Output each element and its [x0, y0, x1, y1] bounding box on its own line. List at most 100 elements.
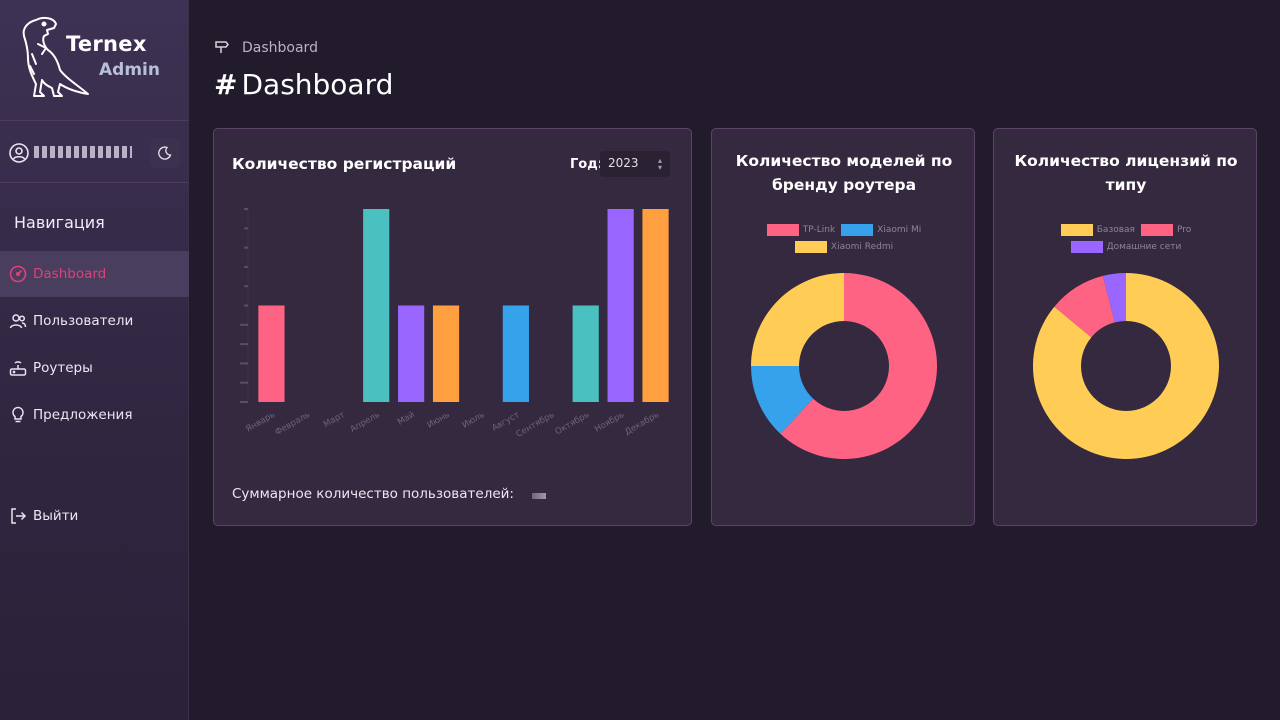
legend-label: Xiaomi Redmi: [830, 241, 894, 252]
y-tick: [240, 323, 248, 326]
legend-item[interactable]: Xiaomi Mi: [841, 223, 921, 236]
sidebar-item-suggestions[interactable]: Предложения: [0, 392, 189, 438]
legend-item[interactable]: Xiaomi Redmi: [794, 240, 894, 253]
x-tick-label: Июнь: [426, 410, 452, 431]
card-title-line: Количество моделей по: [735, 152, 953, 170]
legend-item[interactable]: Домашние сети: [1070, 240, 1182, 253]
y-tick: [240, 401, 248, 403]
licenses-donut-chart: [1033, 273, 1219, 459]
card-title-line: бренду роутера: [771, 176, 917, 194]
dashboard-icon: [9, 265, 27, 283]
breadcrumb: Dashboard: [214, 38, 318, 58]
bar[interactable]: [607, 209, 634, 402]
bar[interactable]: [363, 209, 390, 402]
logout-label: Выйти: [33, 508, 79, 524]
legend-item[interactable]: Pro: [1140, 223, 1192, 236]
logo[interactable]: Ternex Admin: [14, 14, 174, 104]
user-circle-icon: [8, 142, 30, 168]
card-title: Количество моделей по бренду роутера: [712, 149, 976, 197]
year-select[interactable]: 2023 ▴ ▾: [600, 151, 670, 177]
y-tick: [244, 208, 248, 210]
signpost-icon: [214, 38, 230, 58]
page-title: # Dashboard: [214, 68, 393, 101]
user-name: [34, 146, 132, 158]
users-icon: [9, 312, 27, 330]
sidebar-item-label: Роутеры: [33, 360, 93, 376]
theme-toggle-button[interactable]: [150, 138, 180, 168]
bar[interactable]: [398, 305, 425, 403]
legend-swatch: [794, 240, 827, 253]
x-tick-label: Октябрь: [554, 410, 592, 437]
y-tick: [244, 227, 248, 230]
router-brands-card: Количество моделей по бренду роутера TP-…: [711, 128, 975, 526]
card-title: Количество регистраций: [232, 155, 457, 173]
total-users-value: [532, 493, 546, 499]
card-title-line: Количество лицензий по: [1014, 152, 1238, 170]
year-select-value: 2023: [608, 156, 639, 170]
x-tick-label: Март: [322, 410, 347, 430]
legend-label: Xiaomi Mi: [877, 224, 922, 235]
donut-slice[interactable]: [751, 273, 844, 366]
year-label: Год:: [570, 157, 603, 172]
bar[interactable]: [572, 305, 599, 403]
x-tick-label: Сентябрь: [515, 410, 557, 440]
y-tick: [240, 362, 248, 365]
sidebar-item-dashboard[interactable]: Dashboard: [0, 251, 189, 297]
registrations-bar-chart: ЯнварьФевраль Март Апрель Май Июнь Июль Август…: [240, 208, 669, 440]
legend-swatch: [841, 223, 874, 236]
legend-swatch: [1140, 223, 1173, 236]
licenses-legend: Базовая Pro Домашние сети: [1004, 223, 1248, 257]
registrations-card: Количество регистраций Год: 2023 ▴ ▾ Янва…: [213, 128, 692, 526]
license-types-card: Количество лицензий по типу Базовая Pro До…: [993, 128, 1257, 526]
x-tick-label: Февраль: [273, 410, 311, 438]
legend-swatch: [1060, 223, 1093, 236]
bar[interactable]: [432, 305, 460, 403]
legend-item[interactable]: Базовая: [1060, 223, 1135, 236]
legend-label: Домашние сети: [1106, 241, 1182, 252]
bar[interactable]: [258, 305, 285, 403]
sidebar-item-users[interactable]: Пользователи: [0, 298, 189, 344]
moon-icon: [158, 146, 172, 160]
x-tick-label: Май: [396, 410, 417, 428]
router-icon: [9, 359, 27, 377]
brand-name: Ternex: [66, 32, 147, 56]
logout-button[interactable]: Выйти: [0, 493, 189, 539]
x-tick-label: Июль: [461, 410, 487, 431]
bar[interactable]: [642, 209, 669, 402]
sidebar-item-label: Dashboard: [33, 266, 107, 282]
y-tick: [240, 381, 248, 384]
user-row: [8, 138, 180, 170]
logout-icon: [9, 507, 27, 525]
nav-title: Навигация: [14, 213, 105, 232]
y-tick: [244, 265, 248, 268]
card-title: Количество лицензий по типу: [994, 149, 1258, 197]
total-users-label: Суммарное количество пользователей:: [232, 486, 514, 502]
brands-donut-chart: [751, 273, 937, 459]
legend-label: Pro: [1176, 224, 1192, 235]
legend-swatch: [766, 223, 799, 236]
card-title-line: типу: [1105, 176, 1147, 194]
x-tick-label: Декабрь: [623, 410, 661, 438]
legend-item[interactable]: TP-Link: [766, 223, 836, 236]
y-tick: [244, 246, 248, 249]
sidebar-item-label: Пользователи: [33, 313, 134, 329]
dinosaur-logo-icon: [22, 16, 89, 97]
legend-label: Базовая: [1096, 224, 1135, 235]
page-title-text: Dashboard: [241, 68, 394, 101]
y-tick: [244, 304, 248, 307]
x-tick-label: Январь: [244, 410, 277, 435]
brands-legend: TP-Link Xiaomi Mi Xiaomi Redmi: [722, 223, 966, 257]
y-tick: [244, 285, 248, 288]
chevron-updown-icon: ▴ ▾: [657, 156, 662, 172]
x-tick-label: Апрель: [349, 410, 382, 435]
sidebar-item-routers[interactable]: Роутеры: [0, 345, 189, 391]
legend-swatch: [1070, 240, 1103, 253]
lightbulb-icon: [9, 406, 27, 424]
legend-label: TP-Link: [802, 224, 836, 235]
y-tick: [240, 343, 248, 346]
hash-icon: #: [214, 68, 238, 101]
breadcrumb-item[interactable]: Dashboard: [242, 40, 318, 56]
bar[interactable]: [502, 305, 529, 403]
x-tick-label: Ноябрь: [593, 410, 626, 435]
divider: [0, 182, 189, 183]
